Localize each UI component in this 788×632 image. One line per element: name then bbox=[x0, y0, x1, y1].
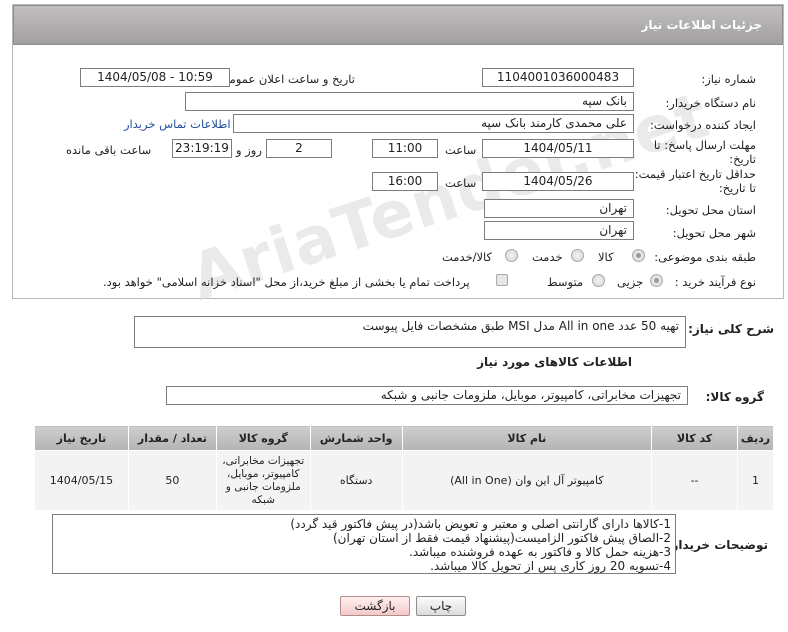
description-label: شرح کلی نیاز: bbox=[688, 322, 774, 336]
col-name: نام کالا bbox=[401, 425, 653, 451]
days-field: 2 bbox=[266, 139, 332, 158]
col-need-date: تاریخ نیاز bbox=[34, 425, 129, 451]
validity-label: حداقل تاریخ اعتبار قیمت: تا تاریخ: bbox=[634, 167, 756, 195]
process-option-minor: جزیی bbox=[617, 275, 644, 289]
note-line: 3-هزینه حمل کالا و فاکتور به عهده فروشند… bbox=[409, 545, 671, 559]
days-label: روز و bbox=[236, 143, 262, 157]
cell-quantity: 50 bbox=[127, 450, 217, 511]
validity-date-field: 1404/05/26 bbox=[482, 172, 634, 191]
announce-field: 1404/05/08 - 10:59 bbox=[80, 68, 230, 87]
validity-time-label: ساعت bbox=[445, 176, 477, 190]
remaining-time-field: 23:19:19 bbox=[172, 139, 232, 158]
col-unit: واحد شمارش bbox=[309, 425, 403, 451]
items-table: تاریخ نیاز تعداد / مقدار گروه کالا واحد … bbox=[34, 425, 775, 511]
need-number-field: 1104001036000483 bbox=[482, 68, 634, 87]
remaining-label: ساعت باقی مانده bbox=[66, 143, 152, 157]
contact-info-link[interactable]: اطلاعات تماس خریدار bbox=[124, 117, 231, 131]
col-group: گروه کالا bbox=[215, 425, 311, 451]
deadline-label: مهلت ارسال پاسخ: تا تاریخ: bbox=[653, 138, 756, 166]
process-label: نوع فرآیند خرید : bbox=[674, 275, 756, 289]
col-row: ردیف bbox=[736, 425, 775, 451]
panel-header: جزئیات اطلاعات نیاز bbox=[13, 5, 783, 45]
category-option-goods: کالا bbox=[598, 250, 614, 264]
process-option-medium: متوسط bbox=[547, 275, 584, 289]
back-button[interactable]: بازگشت bbox=[340, 596, 410, 616]
deadline-time-field: 11:00 bbox=[372, 139, 438, 158]
cell-code: -- bbox=[651, 450, 738, 511]
goods-group-field: تجهیزات مخابراتی، کامپیوتر، موبایل، ملزو… bbox=[166, 386, 688, 405]
note-line: 2-الصاق پیش فاکتور الزامیست(پیشنهاد قیمت… bbox=[332, 531, 671, 545]
panel-title: جزئیات اطلاعات نیاز bbox=[641, 18, 762, 32]
goods-info-title: اطلاعات کالاهای مورد نیاز bbox=[477, 355, 632, 369]
buyer-org-label: نام دستگاه خریدار: bbox=[665, 96, 756, 110]
col-quantity: تعداد / مقدار bbox=[127, 425, 217, 451]
province-label: استان محل تحویل: bbox=[665, 203, 756, 217]
category-radio-goods[interactable] bbox=[632, 249, 645, 262]
process-radio-minor[interactable] bbox=[650, 274, 663, 287]
notes-label: توضیحات خریدار: bbox=[666, 538, 768, 552]
goods-group-label: گروه کالا: bbox=[705, 390, 764, 404]
cell-unit: دستگاه bbox=[309, 450, 403, 511]
category-radio-goods-service[interactable] bbox=[505, 249, 518, 262]
city-label: شهر محل تحویل: bbox=[672, 226, 756, 240]
process-radio-medium[interactable] bbox=[592, 274, 605, 287]
cell-row-number: 1 bbox=[736, 450, 775, 511]
category-label: طبقه بندی موضوعی: bbox=[654, 250, 756, 264]
cell-need-date: 1404/05/15 bbox=[34, 450, 129, 511]
note-line: 4-تسویه 20 روز کاری پس از تحویل کالا میب… bbox=[430, 559, 671, 573]
description-text: تهیه 50 عدد All in one مدل MSI طبق مشخصا… bbox=[362, 319, 679, 333]
cell-name: کامپیوتر آل این وان (All in One) bbox=[401, 450, 653, 511]
table-row: 1404/05/15 50 تجهیزات مخابراتی، کامپیوتر… bbox=[34, 450, 775, 511]
province-field: تهران bbox=[484, 199, 634, 218]
note-line: 1-کالاها دارای گارانتی اصلی و معتبر و تع… bbox=[290, 517, 671, 531]
buyer-notes-field: 1-کالاها دارای گارانتی اصلی و معتبر و تع… bbox=[52, 514, 676, 574]
validity-time-field: 16:00 bbox=[372, 172, 438, 191]
deadline-date-field: 1404/05/11 bbox=[482, 139, 634, 158]
announce-label: تاریخ و ساعت اعلان عمومی: bbox=[216, 72, 355, 86]
cell-group: تجهیزات مخابراتی، کامپیوتر، موبایل، ملزو… bbox=[215, 450, 311, 511]
category-option-goods-service: کالا/خدمت bbox=[442, 250, 493, 264]
city-field: تهران bbox=[484, 221, 634, 240]
treasury-checkbox[interactable] bbox=[496, 274, 508, 286]
requester-field: علی محمدی کارمند بانک سپه bbox=[233, 114, 634, 133]
buyer-org-field: بانک سپه bbox=[185, 92, 634, 111]
payment-note: پرداخت تمام یا بخشی از مبلغ خرید،از محل … bbox=[103, 275, 470, 289]
category-radio-service[interactable] bbox=[571, 249, 584, 262]
deadline-time-label: ساعت bbox=[445, 143, 477, 157]
category-option-service: خدمت bbox=[532, 250, 563, 264]
need-number-label: شماره نیاز: bbox=[701, 72, 756, 86]
col-code: کد کالا bbox=[651, 425, 738, 451]
requester-label: ایجاد کننده درخواست: bbox=[650, 118, 756, 132]
table-header-row: تاریخ نیاز تعداد / مقدار گروه کالا واحد … bbox=[34, 425, 775, 451]
description-field: تهیه 50 عدد All in one مدل MSI طبق مشخصا… bbox=[134, 316, 686, 348]
print-button[interactable]: چاپ bbox=[416, 596, 466, 616]
